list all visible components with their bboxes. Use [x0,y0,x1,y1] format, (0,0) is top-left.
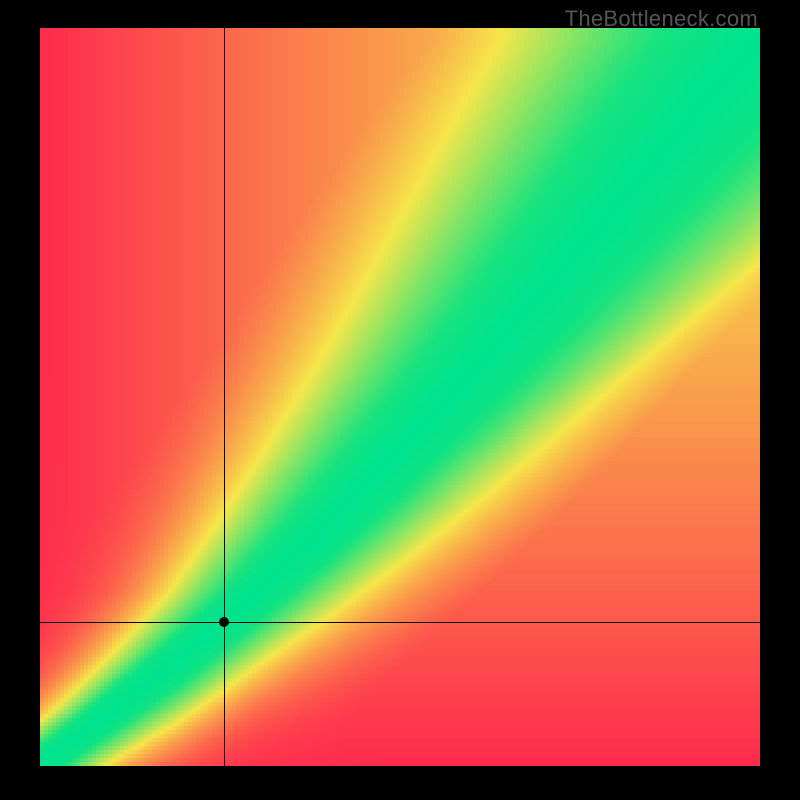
attribution-text: TheBottleneck.com [565,6,758,32]
heatmap-plot [40,28,760,766]
chart-frame: TheBottleneck.com [0,0,800,800]
heatmap-canvas [40,28,760,766]
